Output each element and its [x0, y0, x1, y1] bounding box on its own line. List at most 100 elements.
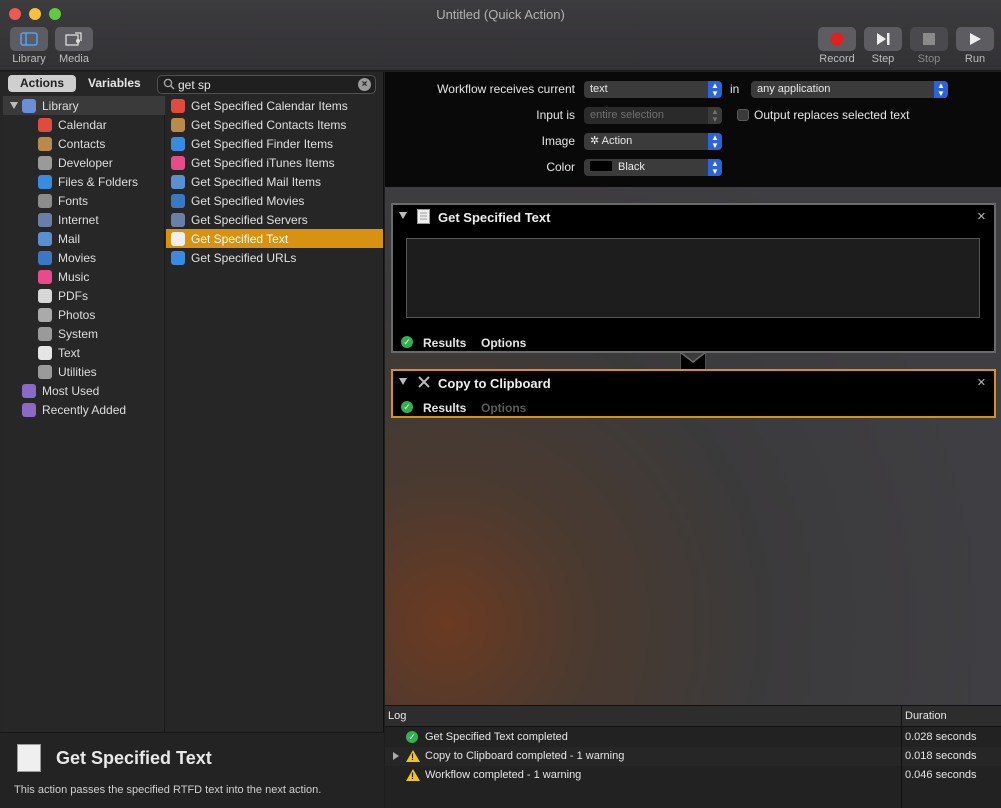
warning-icon: ! — [406, 769, 420, 781]
disclosure-triangle-icon[interactable] — [399, 212, 407, 219]
action-list-item[interactable]: Get Specified Calendar Items — [166, 96, 383, 115]
sidebar-item-system[interactable]: System — [3, 324, 165, 343]
receives-type-popup[interactable]: text ▲ ▼ — [584, 81, 722, 98]
disclosure-triangle-icon[interactable] — [393, 752, 399, 760]
color-label: Color — [546, 160, 575, 174]
close-icon[interactable]: ✕ — [977, 210, 986, 223]
sidebar-item-label: PDFs — [58, 288, 88, 303]
popup-chevron-icon: ▲ ▼ — [708, 159, 722, 176]
sidebar-item-label: Mail — [58, 231, 81, 246]
log-message: Get Specified Text completed — [425, 731, 568, 743]
actions-variables-segmented-control: Actions Variables — [8, 75, 153, 92]
application-value: any application — [757, 83, 831, 95]
output-replaces-checkbox[interactable] — [737, 109, 749, 121]
sidebar-item-text[interactable]: Text — [3, 343, 165, 362]
tab-actions[interactable]: Actions — [8, 75, 77, 92]
media-icon — [65, 32, 82, 46]
sidebar-item-calendar[interactable]: Calendar — [3, 115, 165, 134]
image-popup[interactable]: ✲ Action ▲ ▼ — [584, 133, 722, 150]
results-tab[interactable]: Results — [423, 336, 466, 350]
sidebar-item-recently-added[interactable]: Recently Added — [3, 400, 165, 419]
log-header: Log Duration — [385, 706, 1001, 727]
log-row[interactable]: ✓ Get Specified Text completed 0.028 secon… — [385, 728, 1001, 747]
options-tab[interactable]: Options — [481, 336, 526, 350]
sidebar-item-fonts[interactable]: Fonts — [3, 191, 165, 210]
action-list-item[interactable]: Get Specified Mail Items — [166, 172, 383, 191]
action-icon — [171, 98, 185, 113]
action-icon — [171, 250, 185, 265]
action-list-item[interactable]: Get Specified Text — [166, 229, 383, 248]
action-list-item[interactable]: Get Specified URLs — [166, 248, 383, 267]
input-is-popup[interactable]: entire selection ▲ ▼ — [584, 107, 722, 124]
tab-variables[interactable]: Variables — [76, 75, 153, 92]
sidebar-item-photos[interactable]: Photos — [3, 305, 165, 324]
application-popup[interactable]: any application ▲ ▼ — [751, 81, 948, 98]
sidebar-item-utilities[interactable]: Utilities — [3, 362, 165, 381]
sidebar-item-label: Movies — [58, 250, 97, 265]
log-duration: 0.046 seconds — [905, 769, 977, 781]
run-icon — [970, 33, 981, 45]
pdf-icon — [38, 288, 52, 303]
output-replaces-label: Output replaces selected text — [754, 108, 910, 122]
workflow-action-copy-to-clipboard[interactable]: Copy to Clipboard ✕ ✓ Results Options — [391, 369, 996, 418]
sidebar-item-label: Photos — [58, 307, 96, 322]
log-panel: Log Duration ✓ Get Specified Text complet… — [385, 705, 1001, 808]
search-icon — [163, 78, 175, 90]
stop-button[interactable] — [910, 27, 948, 51]
color-swatch — [590, 161, 612, 171]
sidebar-item-pdfs[interactable]: PDFs — [3, 286, 165, 305]
text-entry-area[interactable] — [406, 238, 980, 318]
action-label: Get Specified Mail Items — [191, 174, 322, 189]
workflow-action-get-specified-text[interactable]: Get Specified Text ✕ ✓ Results Options — [391, 203, 996, 353]
sidebar-item-files-folders[interactable]: Files & Folders — [3, 172, 165, 191]
library-toggle-button[interactable] — [10, 27, 48, 51]
search-field[interactable]: × — [157, 75, 376, 94]
disclosure-triangle-icon[interactable] — [399, 378, 407, 385]
sidebar-item-library[interactable]: Library — [3, 96, 165, 115]
log-row[interactable]: ! Copy to Clipboard completed - 1 warning… — [385, 747, 1001, 766]
run-button[interactable] — [956, 27, 994, 51]
action-list-item[interactable]: Get Specified Servers — [166, 210, 383, 229]
results-tab[interactable]: Results — [423, 401, 466, 415]
stop-icon — [923, 33, 935, 45]
popup-chevron-icon: ▲ ▼ — [708, 133, 722, 150]
action-icon — [171, 117, 185, 132]
sidebar-item-developer[interactable]: Developer — [3, 153, 165, 172]
log-column-header[interactable]: Log — [388, 710, 406, 722]
clear-search-icon[interactable]: × — [358, 78, 371, 91]
action-list-item[interactable]: Get Specified iTunes Items — [166, 153, 383, 172]
log-duration: 0.028 seconds — [905, 731, 977, 743]
sidebar-item-most-used[interactable]: Most Used — [3, 381, 165, 400]
sidebar-item-label: Utilities — [58, 364, 97, 379]
sidebar-item-label: Music — [58, 269, 90, 284]
sidebar-item-mail[interactable]: Mail — [3, 229, 165, 248]
internet-icon — [38, 212, 52, 227]
sidebar-item-label: Calendar — [58, 117, 107, 132]
sidebar-item-label: Contacts — [58, 136, 106, 151]
checkmark-icon: ✓ — [406, 731, 418, 743]
action-list-item[interactable]: Get Specified Finder Items — [166, 134, 383, 153]
log-row[interactable]: ! Workflow completed - 1 warning 0.046 sec… — [385, 766, 1001, 785]
checkmark-icon: ✓ — [401, 336, 413, 348]
step-button[interactable] — [864, 27, 902, 51]
action-list-item[interactable]: Get Specified Contacts Items — [166, 115, 383, 134]
popup-chevron-icon: ▲ ▼ — [934, 81, 948, 98]
media-button[interactable] — [55, 27, 93, 51]
color-popup[interactable]: Black ▲ ▼ — [584, 159, 722, 176]
record-button[interactable] — [818, 27, 856, 51]
sidebar-item-label: Internet — [58, 212, 99, 227]
action-list-item[interactable]: Get Specified Movies — [166, 191, 383, 210]
options-tab[interactable]: Options — [481, 401, 526, 415]
sidebar-item-internet[interactable]: Internet — [3, 210, 165, 229]
close-icon[interactable]: ✕ — [977, 376, 986, 389]
sidebar-item-contacts[interactable]: Contacts — [3, 134, 165, 153]
sidebar-item-music[interactable]: Music — [3, 267, 165, 286]
sidebar-item-movies[interactable]: Movies — [3, 248, 165, 267]
disclosure-triangle-icon[interactable] — [10, 102, 18, 109]
duration-column-header[interactable]: Duration — [905, 710, 947, 722]
library-icon — [20, 32, 38, 46]
log-message: Workflow completed - 1 warning — [425, 769, 582, 781]
search-input[interactable] — [178, 77, 353, 92]
title-bar: Untitled (Quick Action) Library Media Re… — [0, 0, 1001, 71]
input-is-value: entire selection — [590, 109, 664, 121]
